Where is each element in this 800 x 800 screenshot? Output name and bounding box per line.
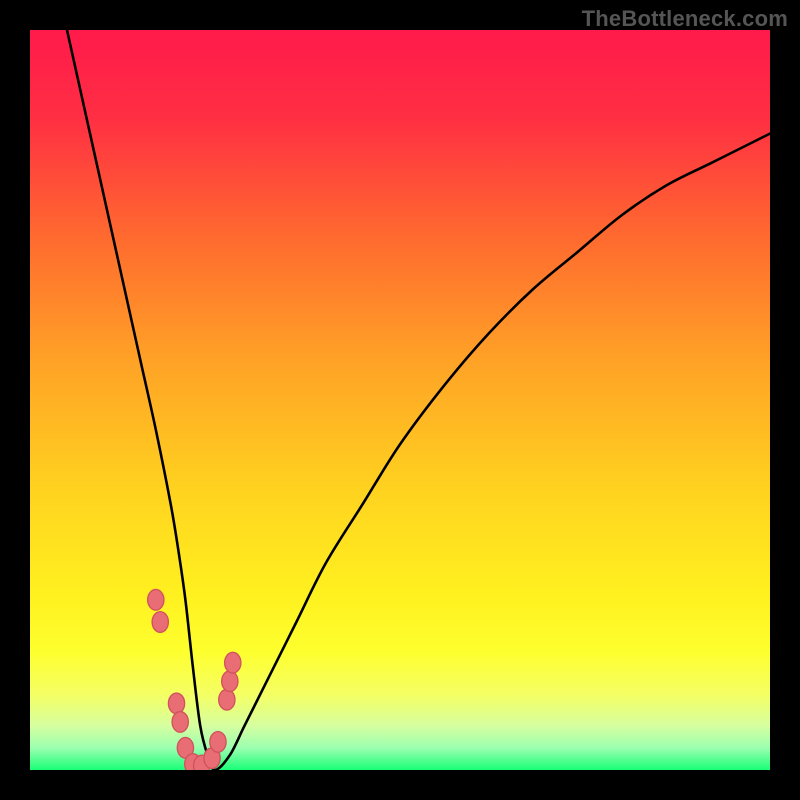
highlight-dot xyxy=(210,732,226,753)
highlight-dot xyxy=(168,693,184,714)
highlight-dot xyxy=(225,652,241,673)
plot-area xyxy=(30,30,770,770)
highlight-dot xyxy=(219,689,235,710)
highlight-dot xyxy=(152,612,168,633)
highlight-dot xyxy=(148,589,164,610)
chart-frame: TheBottleneck.com xyxy=(0,0,800,800)
bottleneck-curve xyxy=(67,30,770,770)
watermark-text: TheBottleneck.com xyxy=(582,6,788,32)
curve-layer xyxy=(30,30,770,770)
highlight-dot xyxy=(172,712,188,733)
highlight-dot xyxy=(222,671,238,692)
